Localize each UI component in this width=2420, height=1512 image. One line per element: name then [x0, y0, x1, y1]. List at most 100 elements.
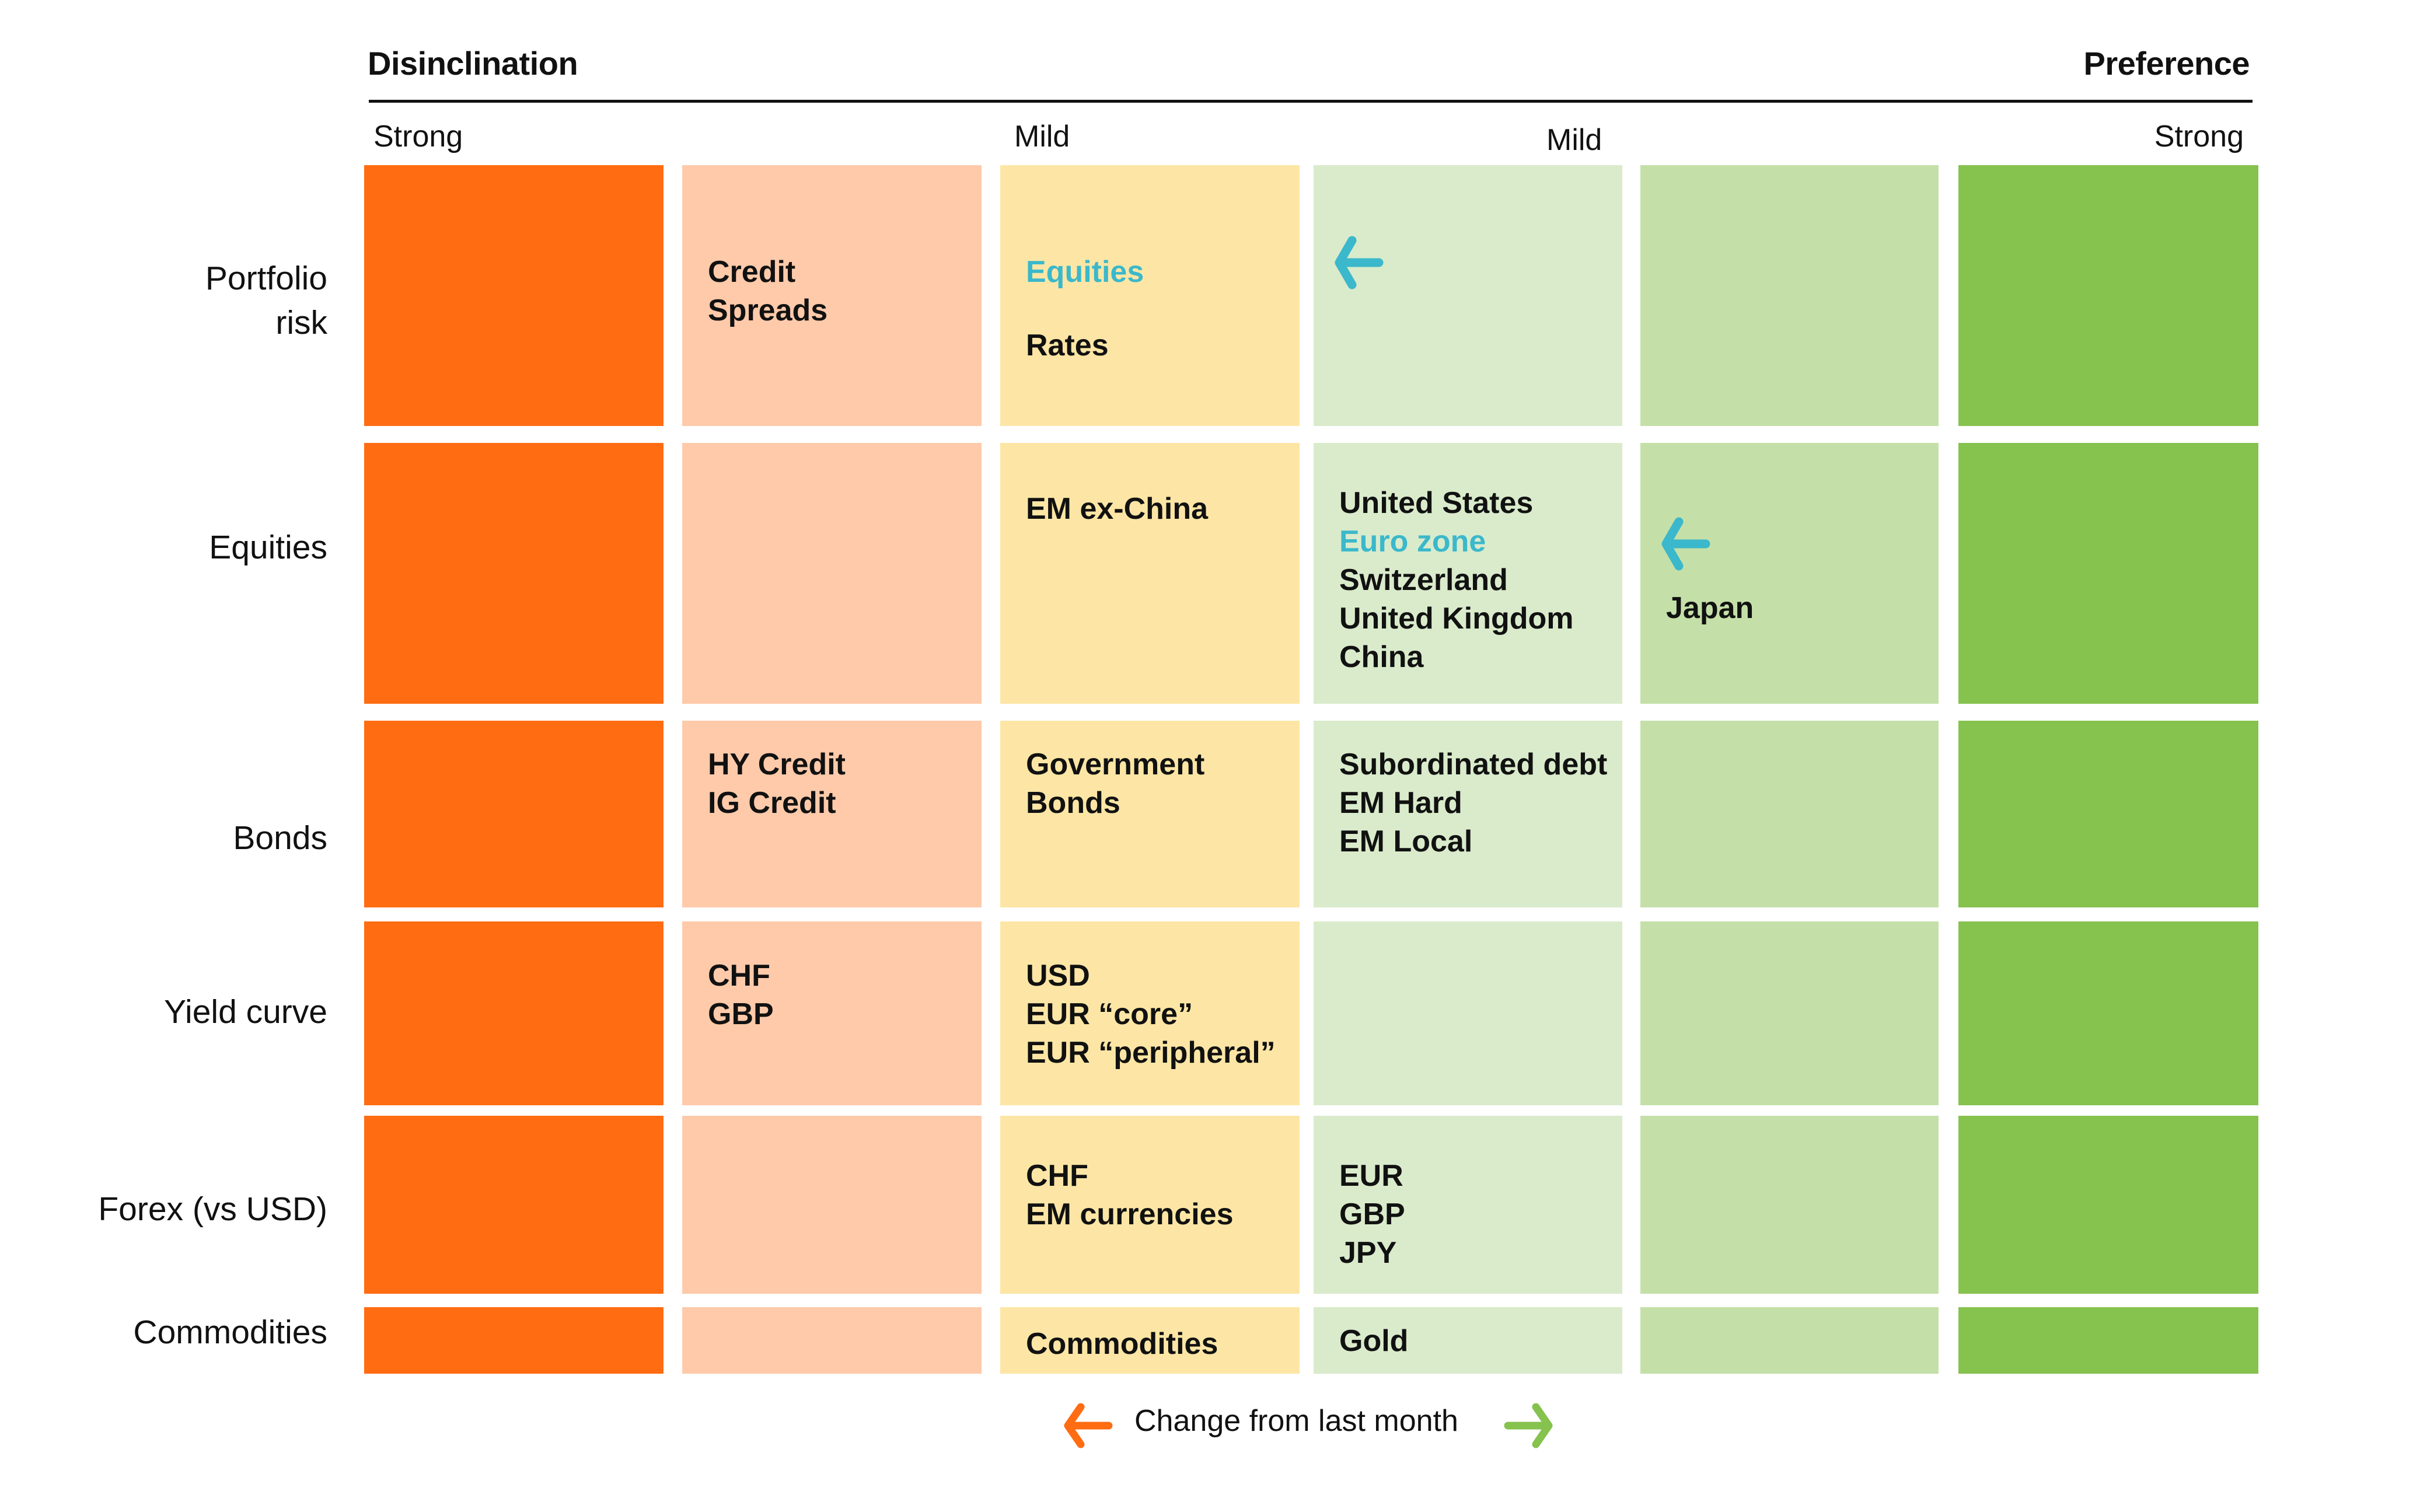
cell-strong-disinclination [364, 921, 664, 1105]
cell-mild-disinclination: Commodities [1000, 1307, 1300, 1374]
cell-mild-disinclination: CHF EM currencies [1000, 1116, 1300, 1294]
cell-disinclination: HY Credit IG Credit [682, 721, 982, 907]
cell-mild-disinclination: EM ex-China [1000, 443, 1300, 704]
row-label-line: Commodities [133, 1314, 327, 1351]
asset-item: Gold [1339, 1324, 1409, 1358]
cell-disinclination [682, 1116, 982, 1294]
cell-disinclination [682, 1307, 982, 1374]
asset-item: EM currencies [1026, 1197, 1234, 1231]
legend-arrow-right-icon [1504, 1403, 1553, 1448]
asset-item: Credit [708, 255, 796, 289]
asset-item: Bonds [1026, 786, 1120, 820]
asset-item: HY Credit [708, 748, 846, 781]
asset-item: China [1339, 640, 1424, 674]
asset-item: Spreads [708, 294, 828, 327]
cell-items: HY Credit IG Credit [708, 745, 846, 822]
row-label-yield-curve: Yield curve [164, 990, 327, 1034]
cell-items: Commodities [1026, 1325, 1218, 1363]
asset-item: JPY [1339, 1236, 1397, 1270]
asset-item-changed: Equities [1026, 255, 1144, 289]
asset-item: GBP [1339, 1197, 1405, 1231]
asset-item: Rates [1026, 329, 1109, 362]
cell-strong-preference [1958, 443, 2258, 704]
cell-strong-disinclination [364, 1307, 664, 1374]
cell-strong-disinclination [364, 443, 664, 704]
asset-item: CHF [708, 959, 770, 993]
cell-strong-preference [1958, 165, 2258, 426]
row-label-bonds: Bonds [233, 816, 327, 860]
cell-strong-disinclination [364, 165, 664, 426]
cell-mild-disinclination: Equities Rates [1000, 165, 1300, 426]
cell-strong-disinclination [364, 721, 664, 907]
cell-items: EUR GBP JPY [1339, 1157, 1405, 1272]
cell-strong-disinclination [364, 1116, 664, 1294]
cell-mild-disinclination: Government Bonds [1000, 721, 1300, 907]
cell-preference [1640, 1116, 1939, 1294]
row-label-equities: Equities [209, 525, 327, 570]
cell-mild-preference: EUR GBP JPY [1314, 1116, 1622, 1294]
scale-label-strong-preference: Strong [2154, 120, 2244, 153]
scale-label-mild-preference: Mild [1546, 123, 1602, 157]
asset-item: EM Local [1339, 825, 1473, 858]
cell-preference [1640, 1307, 1939, 1374]
asset-item: Commodities [1026, 1327, 1218, 1361]
asset-item: EM Hard [1339, 786, 1462, 820]
cell-disinclination: Credit Spreads [682, 165, 982, 426]
legend-arrow-left-icon [1064, 1403, 1113, 1448]
arrow-left-icon [1661, 517, 1710, 571]
cell-items: Subordinated debt EM Hard EM Local [1339, 745, 1607, 861]
row-label-line: Yield curve [164, 993, 327, 1031]
cell-items: Government Bonds [1026, 745, 1204, 822]
arrow-left-icon [1335, 236, 1384, 289]
row-label-line: Bonds [233, 819, 327, 857]
row-label-line: Forex (vs USD) [98, 1190, 327, 1228]
row-label-line: risk [275, 304, 327, 341]
asset-item: IG Credit [708, 786, 836, 820]
asset-item: USD [1026, 959, 1090, 993]
asset-item: EUR “core” [1026, 997, 1193, 1031]
cell-preference [1640, 165, 1939, 426]
cell-mild-preference [1314, 165, 1622, 426]
cell-strong-preference [1958, 1307, 2258, 1374]
asset-item-changed: Euro zone [1339, 525, 1486, 558]
asset-item: Subordinated debt [1339, 748, 1608, 781]
cell-strong-preference [1958, 1116, 2258, 1294]
asset-item: Switzerland [1339, 563, 1508, 597]
cell-items: Gold [1339, 1322, 1408, 1360]
cell-items: Credit Spreads [708, 253, 827, 330]
asset-item: United States [1339, 486, 1534, 520]
preference-heading: Preference [2083, 45, 2250, 82]
row-label-line: Equities [209, 529, 327, 566]
asset-item: CHF [1026, 1159, 1088, 1193]
cell-mild-preference: United States Euro zone Switzerland United … [1314, 443, 1622, 704]
row-label-line: Portfolio [205, 260, 327, 297]
scale-label-mild-disinclination: Mild [1014, 120, 1070, 153]
asset-item: EUR “peripheral” [1026, 1036, 1276, 1070]
header-divider [369, 100, 2253, 103]
cell-disinclination [682, 443, 982, 704]
cell-disinclination: CHF GBP [682, 921, 982, 1105]
cell-mild-disinclination: USD EUR “core” EUR “peripheral” [1000, 921, 1300, 1105]
asset-item: GBP [708, 997, 774, 1031]
asset-item: Japan [1666, 591, 1754, 625]
cell-mild-preference [1314, 921, 1622, 1105]
row-label-forex-vs-usd: Forex (vs USD) [98, 1187, 327, 1231]
cell-items: CHF EM currencies [1026, 1157, 1234, 1234]
row-label-commodities: Commodities [133, 1310, 327, 1354]
cell-items: CHF GBP [708, 956, 774, 1033]
asset-item: EUR [1339, 1159, 1403, 1193]
cell-mild-preference: Gold [1314, 1307, 1622, 1374]
cell-items: EM ex-China [1026, 490, 1208, 528]
cell-strong-preference [1958, 921, 2258, 1105]
cell-strong-preference [1958, 721, 2258, 907]
cell-mild-preference: Subordinated debt EM Hard EM Local [1314, 721, 1622, 907]
cell-items: USD EUR “core” EUR “peripheral” [1026, 956, 1276, 1072]
cell-preference: Japan [1640, 443, 1939, 704]
cell-items: Equities Rates [1026, 253, 1144, 365]
asset-item: United Kingdom [1339, 602, 1574, 635]
cell-items: United States Euro zone Switzerland United … [1339, 484, 1574, 676]
asset-item: EM ex-China [1026, 492, 1209, 526]
row-label-portfolio-risk: Portfolio risk [205, 256, 327, 345]
legend-text: Change from last month [1134, 1404, 1458, 1438]
cell-items: Japan [1666, 589, 1754, 627]
